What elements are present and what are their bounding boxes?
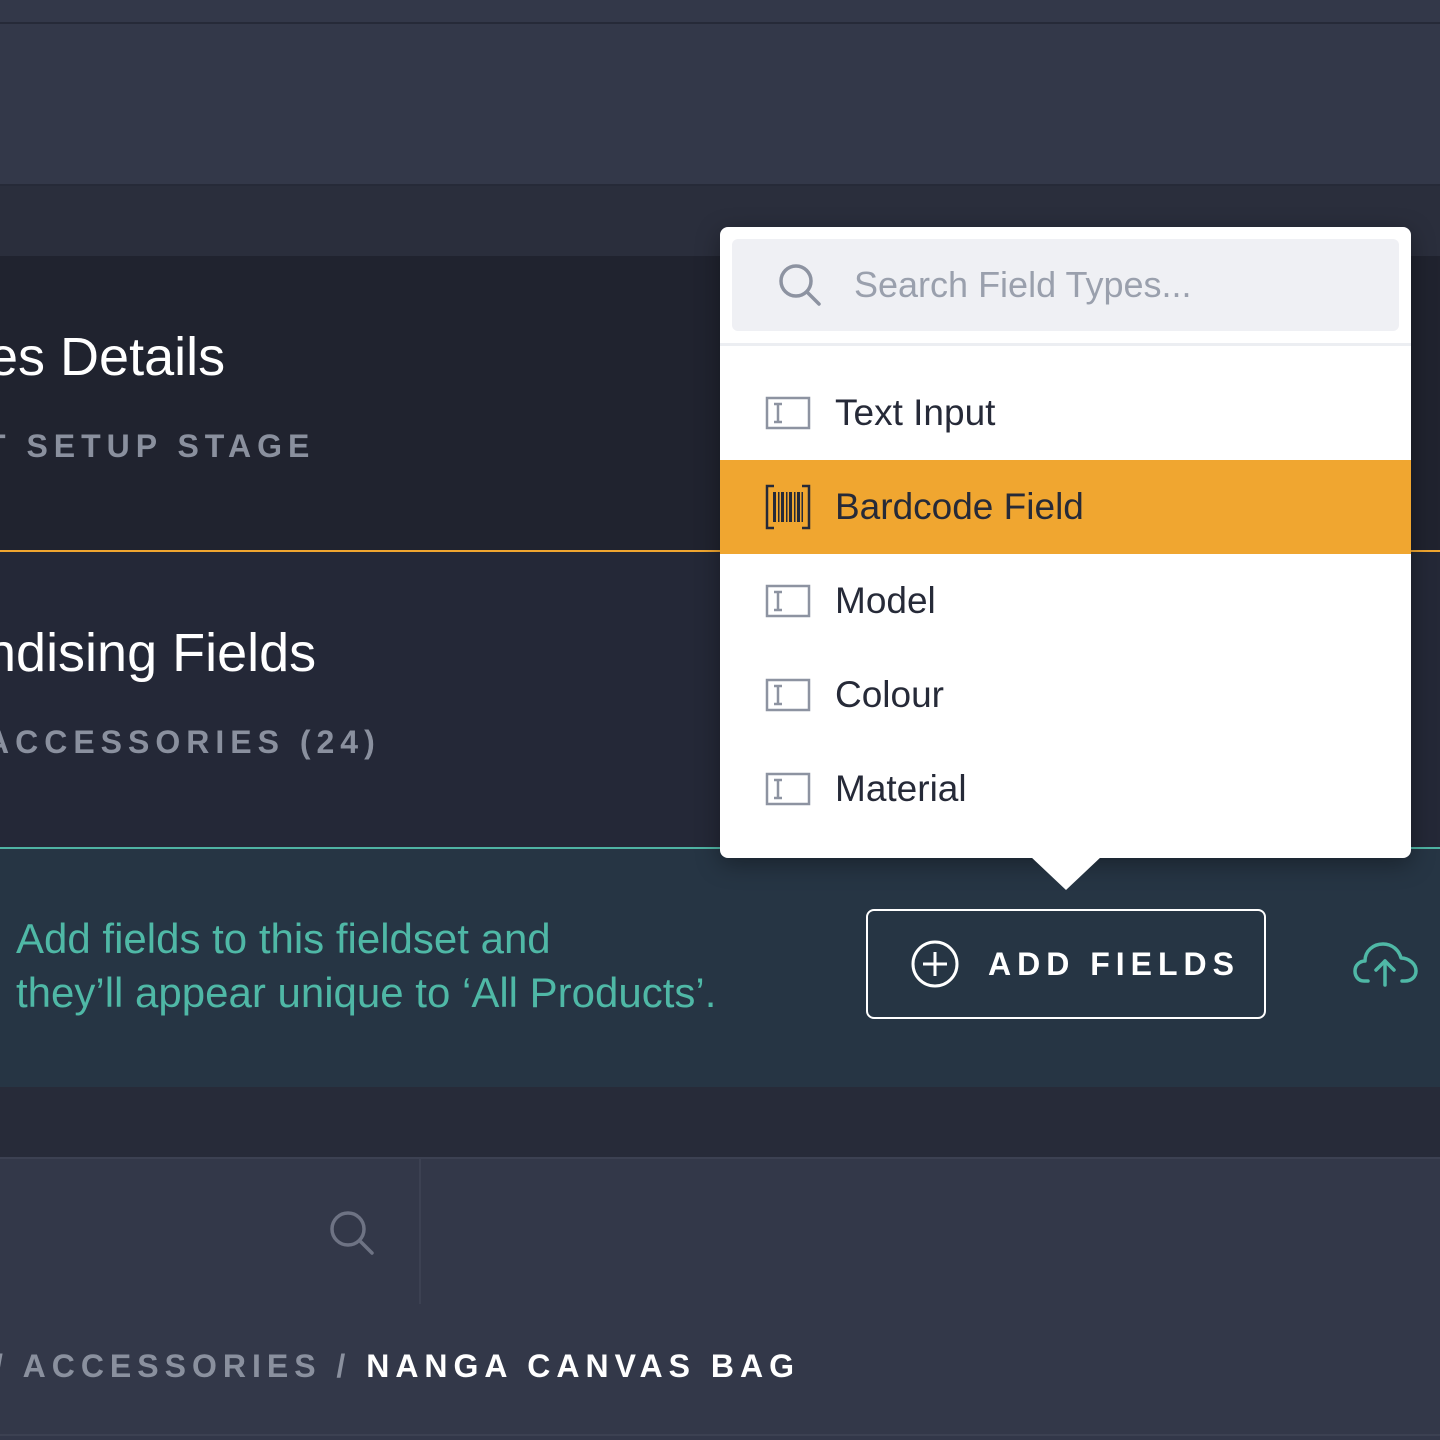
field-type-item-colour[interactable]: Colour (720, 648, 1411, 742)
field-type-item-barcode[interactable]: Bardcode Field (720, 460, 1411, 554)
divider (720, 343, 1411, 346)
fieldset-subtitle: T SETUP STAGE (0, 428, 316, 464)
field-type-label: Material (835, 768, 967, 809)
barcode-icon (765, 484, 811, 530)
field-type-item-material[interactable]: Material (720, 742, 1411, 836)
field-type-item-model[interactable]: Model (720, 554, 1411, 648)
text-input-icon (765, 678, 811, 712)
fieldset-title: ndising Fields (0, 623, 317, 683)
cloud-upload-icon[interactable] (1352, 937, 1420, 989)
field-type-list: Text Input Bardcode Field Model Colour M… (720, 366, 1411, 836)
search-icon (779, 264, 821, 306)
text-input-icon (765, 584, 811, 618)
field-type-label: Model (835, 580, 936, 621)
plus-circle-icon (911, 940, 959, 988)
dropdown-pointer (1030, 856, 1102, 890)
breadcrumb: / ACCESSORIES / NANGA CANVAS BAG (0, 1348, 800, 1385)
add-fields-button[interactable]: ADD FIELDS (866, 909, 1266, 1019)
fieldset-title: es Details (0, 327, 226, 387)
text-input-icon (765, 772, 811, 806)
field-type-label: Bardcode Field (835, 486, 1084, 527)
field-type-dropdown: Text Input Bardcode Field (720, 227, 1411, 858)
text-input-icon (765, 396, 811, 430)
prompt-text-line-1: Add fields to this fieldset and (16, 915, 551, 962)
field-type-label: Text Input (835, 392, 996, 433)
lower-toolbar (0, 1157, 1440, 1306)
header-band (0, 24, 1440, 186)
breadcrumb-parent[interactable]: / ACCESSORIES / (0, 1348, 366, 1384)
field-type-search[interactable] (732, 239, 1399, 331)
prompt-text-line-2: they’ll appear unique to ‘All Products’. (16, 969, 717, 1016)
add-fields-label: ADD FIELDS (988, 945, 1240, 982)
field-type-item-text-input[interactable]: Text Input (720, 366, 1411, 460)
section-gap (0, 1087, 1440, 1157)
search-icon[interactable] (326, 1207, 378, 1259)
add-fields-prompt: Add fields to this fieldset and they’ll … (0, 847, 1440, 1089)
breadcrumb-bar: / ACCESSORIES / NANGA CANVAS BAG (0, 1304, 1440, 1436)
fieldset-subtitle: ACCESSORIES (24) (0, 724, 381, 760)
breadcrumb-current: NANGA CANVAS BAG (366, 1348, 800, 1384)
search-field-types-input[interactable] (852, 263, 1376, 307)
field-type-label: Colour (835, 674, 944, 715)
column-divider (419, 1159, 421, 1304)
top-bar (0, 0, 1440, 24)
